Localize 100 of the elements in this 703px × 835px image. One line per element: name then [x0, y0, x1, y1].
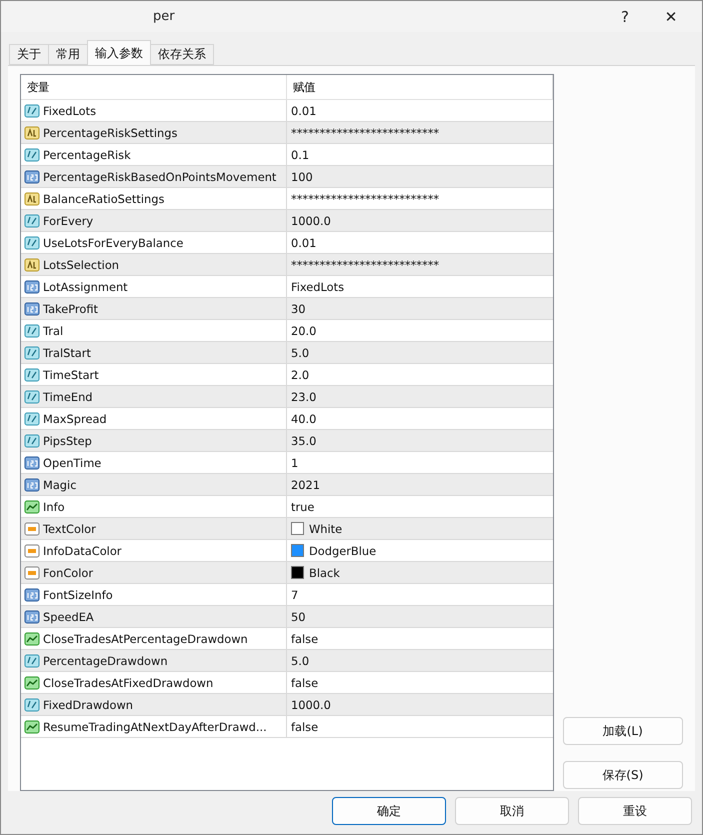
fraction-icon: [24, 344, 40, 360]
parameter-name: PercentageDrawdown: [43, 654, 168, 668]
window-title: per: [152, 9, 176, 24]
parameter-value[interactable]: false: [291, 676, 318, 690]
number-type-icon: [24, 454, 40, 470]
load-button[interactable]: 加载(L): [562, 717, 683, 745]
parameter-name: TimeStart: [43, 368, 99, 382]
parameter-value[interactable]: 40.0: [291, 412, 316, 426]
parameter-name: FixedLots: [43, 104, 96, 118]
fraction-icon: [24, 388, 40, 404]
parameter-name: UseLotsForEveryBalance: [43, 236, 184, 250]
parameter-name: MaxSpread: [43, 412, 107, 426]
fraction-icon: [24, 322, 40, 338]
parameter-value[interactable]: 0.01: [291, 104, 316, 118]
close-button[interactable]: ✕: [648, 2, 694, 32]
column-header[interactable]: 变量: [21, 75, 287, 99]
parameter-value[interactable]: 1000.0: [291, 214, 331, 228]
parameter-value[interactable]: DodgerBlue: [309, 544, 376, 558]
parameter-value[interactable]: 1000.0: [291, 698, 331, 712]
number-type-icon: [24, 608, 40, 624]
fraction-icon: [24, 696, 40, 712]
parameter-value[interactable]: **************************: [291, 192, 440, 206]
parameter-value[interactable]: 20.0: [291, 324, 316, 338]
parameter-name: PercentageRisk: [43, 148, 131, 162]
parameter-name: FonColor: [43, 566, 94, 580]
dialog-button[interactable]: 取消: [455, 797, 569, 825]
parameter-value[interactable]: Black: [309, 566, 340, 580]
fraction-icon: [24, 212, 40, 228]
parameter-name: BalanceRatioSettings: [43, 192, 164, 206]
help-button[interactable]: ?: [602, 2, 648, 32]
parameter-value[interactable]: 23.0: [291, 390, 316, 404]
parameter-name: Magic: [43, 478, 76, 492]
fraction-icon: [24, 102, 40, 118]
parameter-value[interactable]: 5.0: [291, 654, 310, 668]
chart-icon: [24, 498, 40, 514]
parameter-value[interactable]: White: [309, 522, 342, 536]
parameter-value[interactable]: false: [291, 632, 318, 646]
parameter-name: PercentageRiskSettings: [43, 126, 178, 140]
text-type-icon: [24, 190, 40, 206]
fraction-icon: [24, 410, 40, 426]
color-icon: [24, 542, 40, 558]
parameter-value[interactable]: 1: [291, 456, 298, 470]
parameter-value[interactable]: 2021: [291, 478, 320, 492]
number-type-icon: [24, 278, 40, 294]
fraction-icon: [24, 366, 40, 382]
parameter-value[interactable]: 100: [291, 170, 313, 184]
parameter-value[interactable]: 2.0: [291, 368, 310, 382]
save-button[interactable]: 保存(S): [562, 761, 683, 789]
parameter-value[interactable]: 0.01: [291, 236, 316, 250]
parameter-name: Info: [43, 500, 65, 514]
column-header[interactable]: 赋值: [287, 75, 553, 99]
parameter-name: ResumeTradingAtNextDayAfterDrawd...: [43, 720, 267, 734]
parameter-name: TimeEnd: [43, 390, 93, 404]
fraction-icon: [24, 146, 40, 162]
number-type-icon: [24, 586, 40, 602]
parameter-value[interactable]: 0.1: [291, 148, 310, 162]
parameter-name: CloseTradesAtPercentageDrawdown: [43, 632, 248, 646]
parameter-name: TralStart: [43, 346, 91, 360]
text-type-icon: [24, 256, 40, 272]
number-type-icon: [24, 476, 40, 492]
parameter-name: FixedDrawdown: [43, 698, 134, 712]
parameter-value[interactable]: 35.0: [291, 434, 316, 448]
parameter-value[interactable]: FixedLots: [291, 280, 344, 294]
parameter-name: FontSizeInfo: [43, 588, 113, 602]
parameter-name: LotsSelection: [43, 258, 120, 272]
color-icon: [24, 520, 40, 536]
parameter-name: SpeedEA: [43, 610, 94, 624]
color-icon: [24, 564, 40, 580]
parameter-name: TakeProfit: [43, 302, 98, 316]
parameter-name: InfoDataColor: [43, 544, 122, 558]
fraction-icon: [24, 652, 40, 668]
dialog-button[interactable]: 确定: [332, 797, 446, 825]
parameter-value[interactable]: true: [291, 500, 314, 514]
parameter-name: ForEvery: [43, 214, 94, 228]
parameter-value[interactable]: 5.0: [291, 346, 310, 360]
parameter-name: PipsStep: [43, 434, 92, 448]
parameter-value[interactable]: 7: [291, 588, 298, 602]
chart-icon: [24, 718, 40, 734]
text-type-icon: [24, 124, 40, 140]
parameter-value[interactable]: false: [291, 720, 318, 734]
chart-icon: [24, 630, 40, 646]
parameter-name: TextColor: [43, 522, 96, 536]
tab[interactable]: 输入参数: [87, 40, 151, 65]
tab[interactable]: 关于: [9, 44, 49, 65]
parameter-name: Tral: [43, 324, 64, 338]
number-type-icon: [24, 168, 40, 184]
parameter-name: PercentageRiskBasedOnPointsMovement: [43, 170, 276, 184]
parameter-name: OpenTime: [43, 456, 102, 470]
parameter-value[interactable]: 30: [291, 302, 306, 316]
parameter-value[interactable]: 50: [291, 610, 306, 624]
parameter-value[interactable]: **************************: [291, 126, 440, 140]
tab[interactable]: 依存关系: [150, 44, 214, 65]
parameter-value[interactable]: **************************: [291, 258, 440, 272]
parameter-name: CloseTradesAtFixedDrawdown: [43, 676, 214, 690]
dialog-button[interactable]: 重设: [578, 797, 692, 825]
tab[interactable]: 常用: [48, 44, 88, 65]
number-type-icon: [24, 300, 40, 316]
chart-icon: [24, 674, 40, 690]
fraction-icon: [24, 432, 40, 448]
parameter-name: LotAssignment: [43, 280, 128, 294]
